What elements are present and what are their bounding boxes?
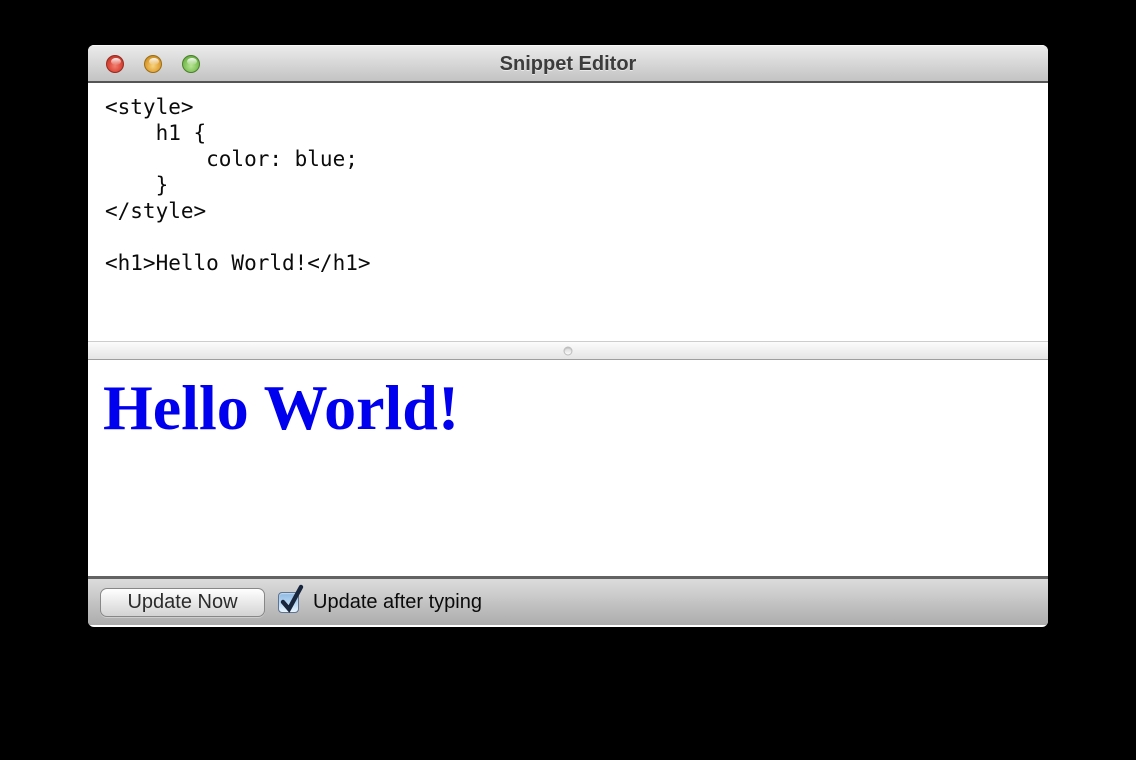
bottom-toolbar: Update Now Update after typing <box>88 576 1048 625</box>
code-line: </style> <box>105 198 1038 224</box>
minimize-button-icon[interactable] <box>144 55 162 73</box>
splitter-grip-icon <box>564 346 573 355</box>
desktop-background: { "window": { "title": "Snippet Editor" … <box>0 0 1136 760</box>
code-line: <style> <box>105 94 1038 120</box>
pane-splitter[interactable] <box>88 341 1048 360</box>
update-after-typing-checkbox[interactable]: Update after typing <box>278 591 482 614</box>
close-button-icon[interactable] <box>106 55 124 73</box>
code-line: color: blue; <box>105 146 1038 172</box>
checkbox-box-icon <box>278 592 299 613</box>
snippet-editor-window: Snippet Editor <style> h1 { color: blue;… <box>88 45 1048 627</box>
update-now-button[interactable]: Update Now <box>100 588 265 617</box>
checkbox-label: Update after typing <box>313 591 482 614</box>
html-preview: Hello World! <box>88 360 1048 576</box>
code-line: h1 { <box>105 120 1038 146</box>
code-line <box>105 224 1038 250</box>
code-line: } <box>105 172 1038 198</box>
preview-heading: Hello World! <box>88 360 1048 440</box>
checkbox-check-icon <box>279 583 305 613</box>
code-editor[interactable]: <style> h1 { color: blue; } </style> <h1… <box>88 83 1048 341</box>
zoom-button-icon[interactable] <box>182 55 200 73</box>
title-bar[interactable]: Snippet Editor <box>88 45 1048 83</box>
code-line: <h1>Hello World!</h1> <box>105 250 1038 276</box>
window-title: Snippet Editor <box>88 45 1048 83</box>
